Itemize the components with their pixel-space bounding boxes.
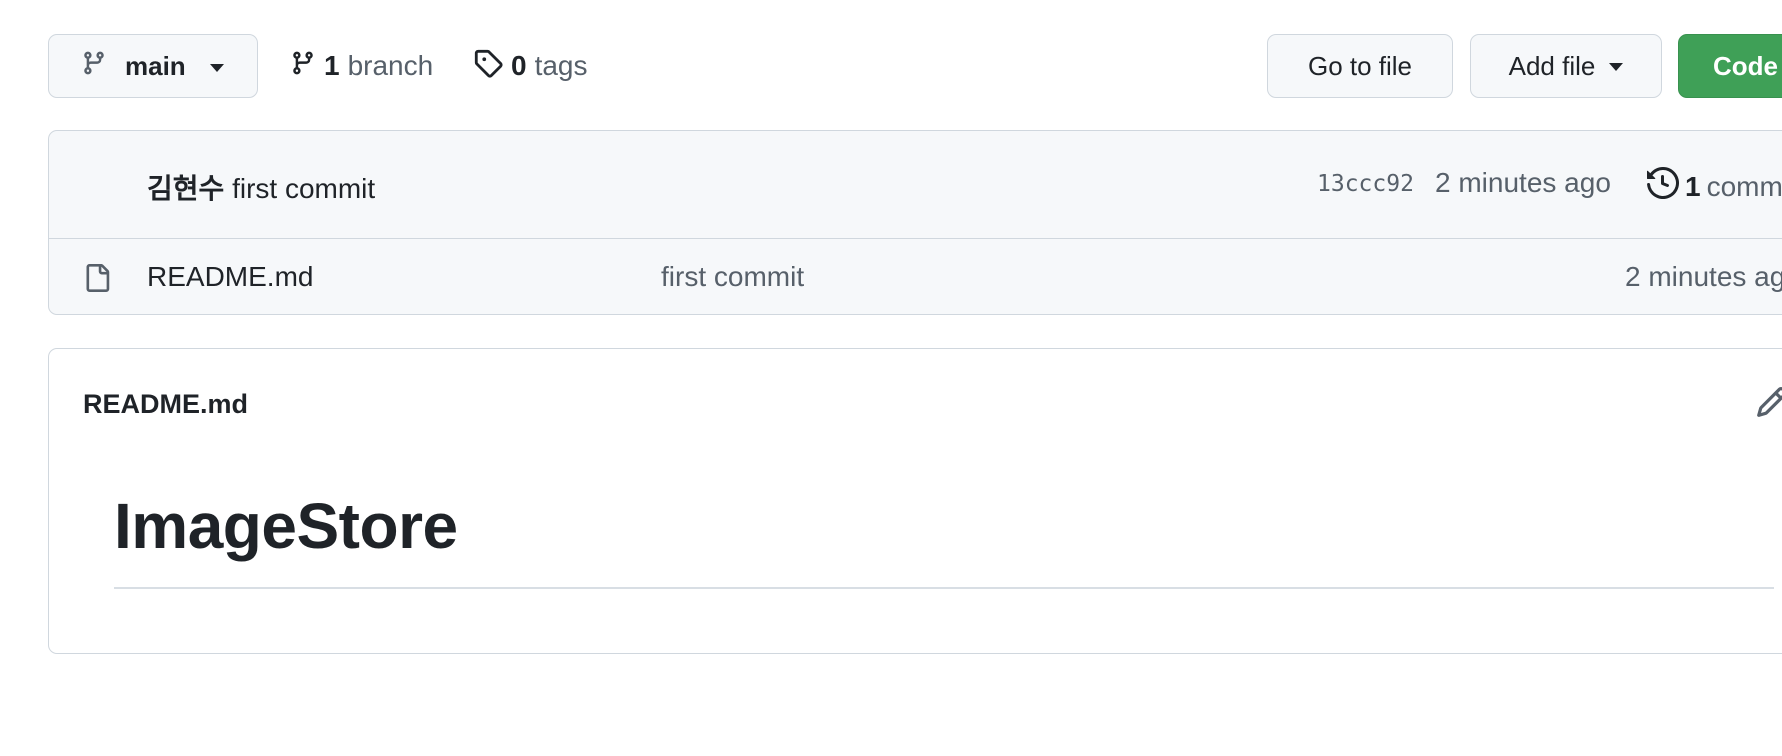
readme-filename[interactable]: README.md [83,389,248,420]
commits-label: comm [1706,170,1782,202]
code-button-label: Code [1713,50,1778,81]
file-browser: 김현수 first commit 13ccc92 2 minutes ago 1… [48,130,1782,315]
commit-sha-link[interactable]: 13ccc92 [1317,171,1414,197]
tag-icon [473,48,503,85]
go-to-file-button[interactable]: Go to file [1267,34,1453,98]
latest-commit-bar: 김현수 first commit 13ccc92 2 minutes ago 1… [49,131,1782,239]
commit-author[interactable]: 김현수 [147,173,224,204]
branch-selector-label: main [125,50,186,81]
branch-selector-button[interactable]: main [48,34,258,98]
tags-count: 0 [511,50,527,81]
file-name-link[interactable]: README.md [147,261,313,293]
commit-message[interactable]: first commit [232,173,375,204]
tags-link[interactable]: 0 tags [473,44,588,88]
branches-label: branch [347,50,434,81]
file-icon [83,261,111,300]
add-file-label: Add file [1508,50,1596,81]
history-icon [1647,166,1680,206]
git-branch-icon [81,48,107,85]
file-row: README.md first commit 2 minutes ag [49,239,1782,314]
git-branch-icon [290,48,316,85]
add-file-button[interactable]: Add file [1470,34,1662,98]
heading-divider [114,587,1774,589]
code-button[interactable]: Code [1678,34,1782,98]
pencil-icon[interactable] [1755,385,1782,424]
branches-link[interactable]: 1 branch [290,44,433,88]
commit-time: 2 minutes ago [1435,167,1611,198]
file-commit-link[interactable]: first commit [661,261,804,293]
file-time: 2 minutes ag [1625,261,1782,292]
tags-label: tags [534,50,588,81]
latest-commit-message[interactable]: 김현수 first commit [147,167,375,207]
chevron-down-icon [1609,63,1624,71]
commits-count: 1 [1685,170,1701,202]
go-to-file-label: Go to file [1307,50,1413,81]
branches-count: 1 [324,50,340,81]
readme-heading: ImageStore [114,490,458,562]
readme-panel: README.md ImageStore [48,348,1782,654]
commit-history-link[interactable]: 1 comm [1647,166,1782,206]
chevron-down-icon [209,64,224,72]
